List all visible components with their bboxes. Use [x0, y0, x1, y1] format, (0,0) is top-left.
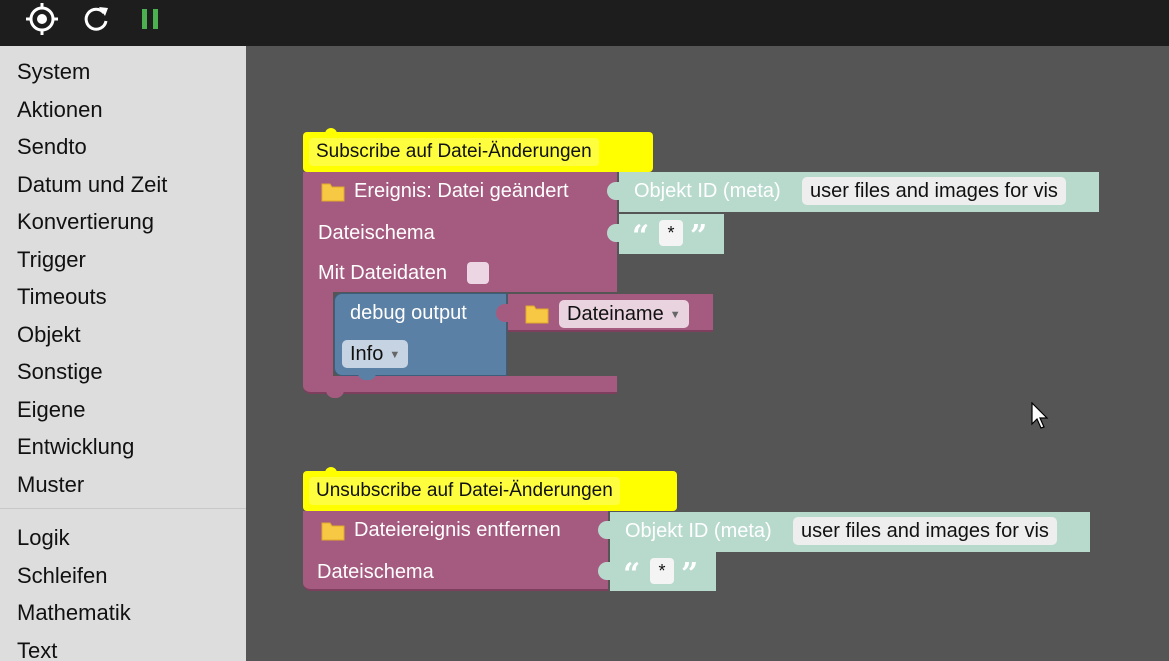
blockly-toolbox: System Aktionen Sendto Datum und Zeit Ko… — [0, 46, 246, 661]
category-sonstige[interactable]: Sonstige — [17, 359, 103, 385]
category-entwicklung[interactable]: Entwicklung — [17, 434, 134, 460]
comment-text[interactable]: Unsubscribe auf Datei-Änderungen — [309, 477, 620, 505]
category-objekt[interactable]: Objekt — [17, 322, 81, 348]
pause-icon[interactable] — [133, 2, 167, 36]
category-sendto[interactable]: Sendto — [17, 134, 87, 160]
file-variable-dropdown[interactable]: Dateiname ▼ — [559, 300, 689, 328]
log-level-dropdown[interactable]: Info ▼ — [342, 340, 409, 368]
comment-notch — [325, 128, 337, 134]
mouse-cursor-icon — [1031, 401, 1051, 435]
log-level-value: Info — [350, 343, 384, 365]
input-connector — [496, 304, 508, 322]
dropdown-arrow-icon: ▼ — [389, 349, 401, 361]
folder-icon[interactable] — [321, 180, 345, 207]
file-variable-value: Dateiname — [567, 303, 664, 325]
category-mathematik[interactable]: Mathematik — [17, 600, 131, 626]
category-schleifen[interactable]: Schleifen — [17, 563, 108, 589]
toolbox-separator — [0, 508, 246, 509]
block-c-bottom — [303, 376, 617, 394]
dateischema-label: Dateischema — [318, 222, 435, 244]
event-label: Ereignis: Datei geändert — [354, 180, 569, 202]
schema-field[interactable]: * — [659, 220, 683, 246]
comment-text[interactable]: Subscribe auf Datei-Änderungen — [309, 138, 599, 166]
input-connector — [607, 224, 619, 242]
category-datum-und-zeit[interactable]: Datum und Zeit — [17, 172, 167, 198]
objekt-id-label: Objekt ID (meta) — [634, 180, 781, 202]
blockly-workspace[interactable]: Subscribe auf Datei-Änderungen Ereignis:… — [246, 46, 1169, 661]
open-quote-icon: “ — [632, 219, 650, 254]
category-trigger[interactable]: Trigger — [17, 247, 86, 273]
category-eigene[interactable]: Eigene — [17, 397, 86, 423]
block-comment[interactable]: Subscribe auf Datei-Änderungen — [303, 128, 653, 172]
input-connector — [598, 562, 610, 580]
input-connector — [598, 521, 610, 539]
refresh-icon[interactable] — [79, 2, 113, 36]
target-icon[interactable] — [25, 2, 59, 36]
block-comment[interactable]: Unsubscribe auf Datei-Änderungen — [303, 467, 677, 511]
dropdown-arrow-icon: ▼ — [669, 309, 681, 321]
category-konvertierung[interactable]: Konvertierung — [17, 209, 154, 235]
mit-dateidaten-label: Mit Dateidaten — [318, 262, 447, 284]
event-label: Dateiereignis entfernen — [354, 519, 561, 541]
objekt-id-field[interactable]: user files and images for vis — [793, 517, 1057, 545]
mit-dateidaten-checkbox[interactable] — [467, 262, 489, 284]
folder-icon[interactable] — [525, 302, 549, 329]
comment-notch — [325, 467, 337, 473]
category-system[interactable]: System — [17, 59, 90, 85]
close-quote-icon: ” — [690, 219, 708, 254]
dateischema-label: Dateischema — [317, 561, 434, 583]
category-aktionen[interactable]: Aktionen — [17, 97, 103, 123]
debug-output-label: debug output — [350, 302, 467, 324]
top-toolbar — [0, 0, 1169, 46]
folder-icon[interactable] — [321, 519, 345, 546]
open-quote-icon: “ — [623, 557, 641, 592]
category-logik[interactable]: Logik — [17, 525, 70, 551]
category-timeouts[interactable]: Timeouts — [17, 284, 107, 310]
category-muster[interactable]: Muster — [17, 472, 84, 498]
category-text[interactable]: Text — [17, 638, 57, 661]
objekt-id-field[interactable]: user files and images for vis — [802, 177, 1066, 205]
objekt-id-label: Objekt ID (meta) — [625, 520, 772, 542]
schema-field[interactable]: * — [650, 558, 674, 584]
input-connector — [607, 182, 619, 200]
close-quote-icon: ” — [681, 557, 699, 592]
block-c-arm — [303, 292, 333, 376]
block-bottom-notch — [326, 390, 344, 398]
